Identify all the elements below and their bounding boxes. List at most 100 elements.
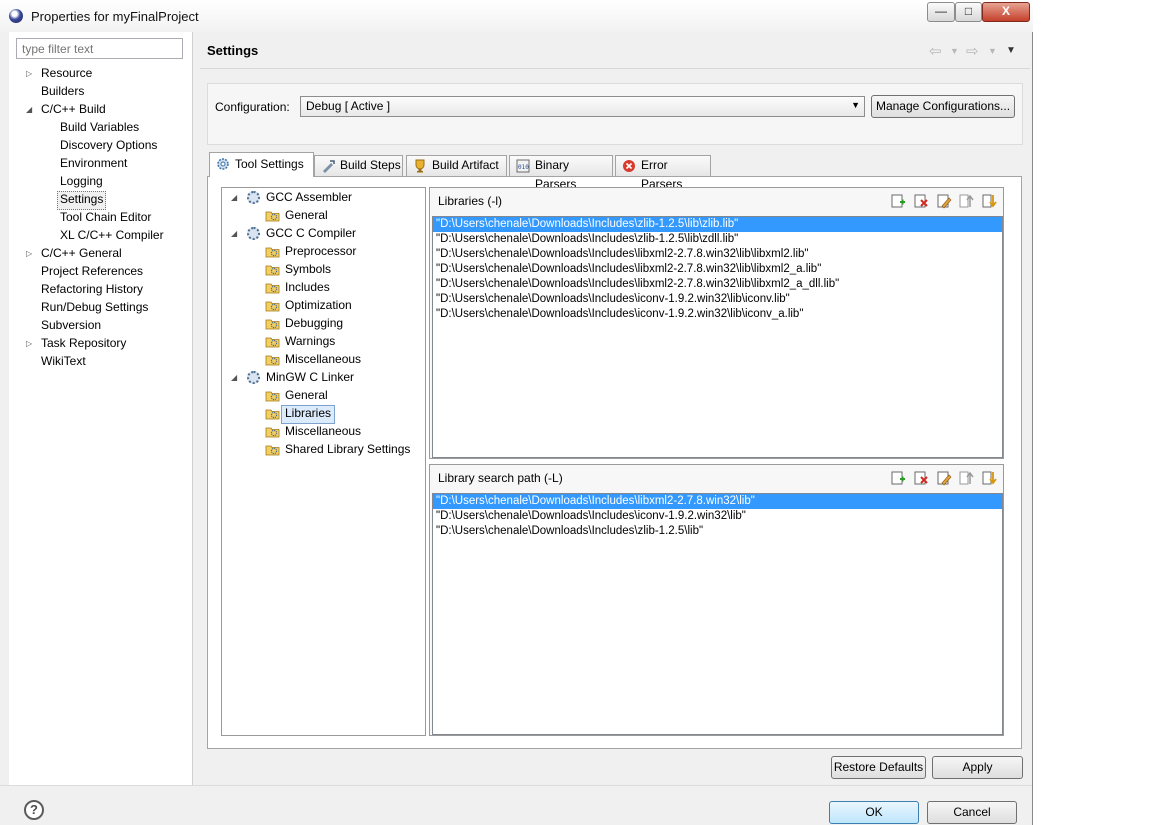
- sidebar-item-settings[interactable]: Settings: [57, 191, 107, 210]
- tool-tree-item-debugging[interactable]: Debugging: [285, 315, 343, 332]
- configuration-value: Debug [ Active ]: [306, 99, 391, 113]
- eclipse-icon: [9, 9, 23, 23]
- restore-defaults-button[interactable]: Restore Defaults: [831, 756, 926, 779]
- forward-arrow-icon[interactable]: ⇨: [966, 42, 979, 60]
- list-item[interactable]: "D:\Users\chenale\Downloads\Includes\lib…: [433, 277, 1002, 292]
- header-divider: [200, 68, 1030, 69]
- tool-tree-item-includes[interactable]: Includes: [285, 279, 330, 296]
- binary-parsers-icon: 010: [516, 159, 530, 173]
- sidebar-item-c-c-general[interactable]: C/C++ General: [41, 245, 122, 262]
- option-folder-icon: [265, 353, 280, 366]
- tool-tree-item-general[interactable]: General: [285, 207, 328, 224]
- tool-tree-item-miscellaneous[interactable]: Miscellaneous: [285, 351, 361, 368]
- edit-icon[interactable]: [936, 470, 952, 486]
- tool-tree-item-shared-library-settings[interactable]: Shared Library Settings: [285, 441, 410, 458]
- delete-icon[interactable]: [913, 470, 929, 486]
- move-up-icon[interactable]: [959, 193, 975, 209]
- list-item[interactable]: "D:\Users\chenale\Downloads\Includes\lib…: [433, 494, 1002, 509]
- tab-error-parsers[interactable]: Error Parsers: [615, 155, 711, 191]
- cancel-button[interactable]: Cancel: [927, 801, 1017, 824]
- collapsed-arrow-icon[interactable]: ▷: [26, 249, 32, 258]
- list-item[interactable]: "D:\Users\chenale\Downloads\Includes\lib…: [433, 262, 1002, 277]
- sidebar-item-run-debug-settings[interactable]: Run/Debug Settings: [41, 299, 148, 316]
- sidebar-item-resource[interactable]: Resource: [41, 65, 92, 82]
- option-folder-icon: [265, 335, 280, 348]
- tool-gear-icon: [247, 227, 260, 240]
- tool-tree-item-preprocessor[interactable]: Preprocessor: [285, 243, 356, 260]
- list-item[interactable]: "D:\Users\chenale\Downloads\Includes\lib…: [433, 247, 1002, 262]
- library-search-path-list[interactable]: "D:\Users\chenale\Downloads\Includes\lib…: [432, 493, 1003, 735]
- error-parsers-icon: [622, 159, 636, 173]
- tab-binary-parsers[interactable]: 010 Binary Parsers: [509, 155, 613, 191]
- collapsed-arrow-icon[interactable]: ▷: [26, 69, 32, 78]
- apply-button[interactable]: Apply: [932, 756, 1023, 779]
- sidebar-item-xl-c-c-compiler[interactable]: XL C/C++ Compiler: [60, 227, 164, 244]
- sidebar-item-c-c-build[interactable]: C/C++ Build: [41, 101, 106, 118]
- tab-build-artifact[interactable]: Build Artifact: [406, 155, 507, 176]
- sidebar-item-builders[interactable]: Builders: [41, 83, 84, 100]
- delete-icon[interactable]: [913, 193, 929, 209]
- option-folder-icon: [265, 209, 280, 222]
- sidebar-item-environment[interactable]: Environment: [60, 155, 127, 172]
- edit-icon[interactable]: [936, 193, 952, 209]
- tab-build-steps[interactable]: Build Steps: [314, 155, 403, 176]
- window-title: Properties for myFinalProject: [31, 9, 199, 24]
- sidebar-item-logging[interactable]: Logging: [60, 173, 103, 190]
- list-item[interactable]: "D:\Users\chenale\Downloads\Includes\zli…: [433, 524, 1002, 539]
- collapsed-arrow-icon[interactable]: ▷: [26, 339, 32, 348]
- expanded-arrow-icon[interactable]: ◢: [231, 373, 237, 382]
- expanded-arrow-icon[interactable]: ◢: [231, 193, 237, 202]
- footer-divider: [0, 785, 1032, 786]
- sidebar-item-build-variables[interactable]: Build Variables: [60, 119, 139, 136]
- tab-label: Tool Settings: [235, 157, 304, 171]
- tool-tree-item-gcc-c-compiler[interactable]: GCC C Compiler: [266, 225, 356, 242]
- sidebar-item-refactoring-history[interactable]: Refactoring History: [41, 281, 143, 298]
- manage-configurations-button[interactable]: Manage Configurations...: [871, 95, 1015, 118]
- libraries-panel: Libraries (-l) "D:\Users\chenale\Downloa…: [429, 187, 1004, 459]
- back-arrow-icon[interactable]: ⇦: [929, 42, 942, 60]
- list-item[interactable]: "D:\Users\chenale\Downloads\Includes\zli…: [433, 232, 1002, 247]
- expanded-arrow-icon[interactable]: ◢: [231, 229, 237, 238]
- sidebar-item-discovery-options[interactable]: Discovery Options: [60, 137, 157, 154]
- maximize-button[interactable]: □: [955, 2, 982, 22]
- option-folder-icon: [265, 299, 280, 312]
- ok-button[interactable]: OK: [829, 801, 919, 824]
- sidebar-item-wikitext[interactable]: WikiText: [41, 353, 86, 370]
- close-button[interactable]: X: [982, 2, 1030, 22]
- sidebar-item-project-references[interactable]: Project References: [41, 263, 143, 280]
- sidebar-item-tool-chain-editor[interactable]: Tool Chain Editor: [60, 209, 151, 226]
- sidebar-item-task-repository[interactable]: Task Repository: [41, 335, 126, 352]
- tool-tree-item-optimization[interactable]: Optimization: [285, 297, 352, 314]
- forward-menu-chevron-icon[interactable]: ▼: [988, 46, 997, 56]
- view-menu-chevron-icon[interactable]: ▼: [1006, 45, 1016, 56]
- tool-tree-item-miscellaneous[interactable]: Miscellaneous: [285, 423, 361, 440]
- list-item[interactable]: "D:\Users\chenale\Downloads\Includes\ico…: [433, 292, 1002, 307]
- option-folder-icon: [265, 443, 280, 456]
- tool-tree-item-gcc-assembler[interactable]: GCC Assembler: [266, 189, 352, 206]
- sidebar-item-subversion[interactable]: Subversion: [41, 317, 101, 334]
- libraries-list[interactable]: "D:\Users\chenale\Downloads\Includes\zli…: [432, 216, 1003, 458]
- move-up-icon[interactable]: [959, 470, 975, 486]
- add-icon[interactable]: [890, 193, 906, 209]
- add-icon[interactable]: [890, 470, 906, 486]
- library-search-path-panel: Library search path (-L) "D:\Users\chena…: [429, 464, 1004, 736]
- tab-tool-settings[interactable]: Tool Settings: [209, 152, 314, 177]
- tool-tree-item-mingw-c-linker[interactable]: MinGW C Linker: [266, 369, 354, 386]
- configuration-select[interactable]: Debug [ Active ] ▼: [300, 96, 865, 117]
- move-down-icon[interactable]: [982, 193, 998, 209]
- tool-tree-item-symbols[interactable]: Symbols: [285, 261, 331, 278]
- expanded-arrow-icon[interactable]: ◢: [26, 105, 32, 114]
- filter-input[interactable]: [16, 38, 183, 59]
- tool-tree-item-general[interactable]: General: [285, 387, 328, 404]
- option-folder-icon: [265, 263, 280, 276]
- option-folder-icon: [265, 317, 280, 330]
- move-down-icon[interactable]: [982, 470, 998, 486]
- list-item[interactable]: "D:\Users\chenale\Downloads\Includes\ico…: [433, 307, 1002, 322]
- back-menu-chevron-icon[interactable]: ▼: [950, 46, 959, 56]
- minimize-button[interactable]: —: [927, 2, 955, 22]
- tool-tree-item-libraries[interactable]: Libraries: [281, 405, 336, 424]
- list-item[interactable]: "D:\Users\chenale\Downloads\Includes\ico…: [433, 509, 1002, 524]
- list-item[interactable]: "D:\Users\chenale\Downloads\Includes\zli…: [433, 217, 1002, 232]
- tool-tree-item-warnings[interactable]: Warnings: [285, 333, 335, 350]
- help-icon[interactable]: ?: [24, 800, 44, 820]
